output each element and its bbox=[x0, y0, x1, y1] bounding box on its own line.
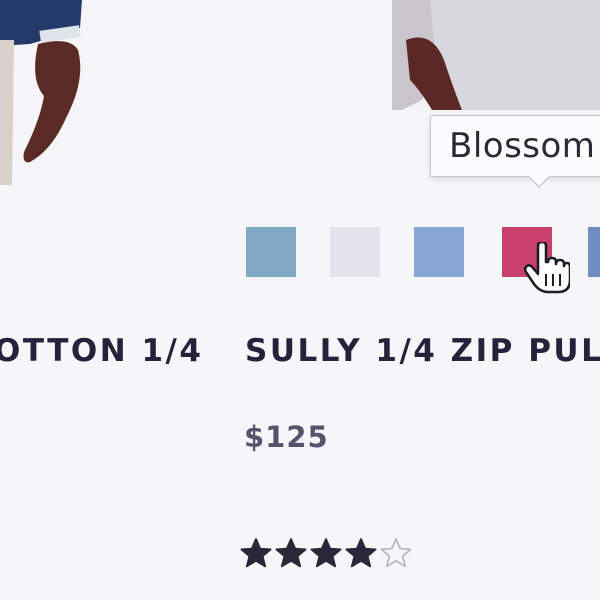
color-swatch-selected[interactable] bbox=[502, 227, 552, 277]
product-image-left[interactable] bbox=[0, 0, 90, 185]
product-title[interactable]: SULLY 1/4 ZIP PUL bbox=[245, 333, 600, 369]
star-filled-icon bbox=[310, 538, 342, 568]
product-title[interactable]: OTTON 1/4 bbox=[0, 333, 203, 369]
product-price: $125 bbox=[244, 420, 329, 454]
star-filled-icon bbox=[275, 538, 307, 568]
star-outline-icon bbox=[380, 538, 412, 568]
product-image-right[interactable] bbox=[392, 0, 600, 110]
tooltip-arrow bbox=[527, 175, 551, 188]
color-swatch[interactable] bbox=[330, 227, 380, 277]
star-filled-icon bbox=[345, 538, 377, 568]
star-filled-icon bbox=[240, 538, 272, 568]
tooltip-label: Blossom bbox=[449, 126, 596, 166]
color-swatch[interactable] bbox=[246, 227, 296, 277]
product-grid: Blossom OTTON 1/4 SULLY 1/4 ZIP PUL $125 bbox=[0, 0, 600, 600]
color-swatch[interactable] bbox=[588, 227, 600, 277]
color-swatch[interactable] bbox=[414, 227, 464, 277]
color-tooltip: Blossom bbox=[430, 115, 600, 177]
star-rating bbox=[240, 537, 412, 569]
